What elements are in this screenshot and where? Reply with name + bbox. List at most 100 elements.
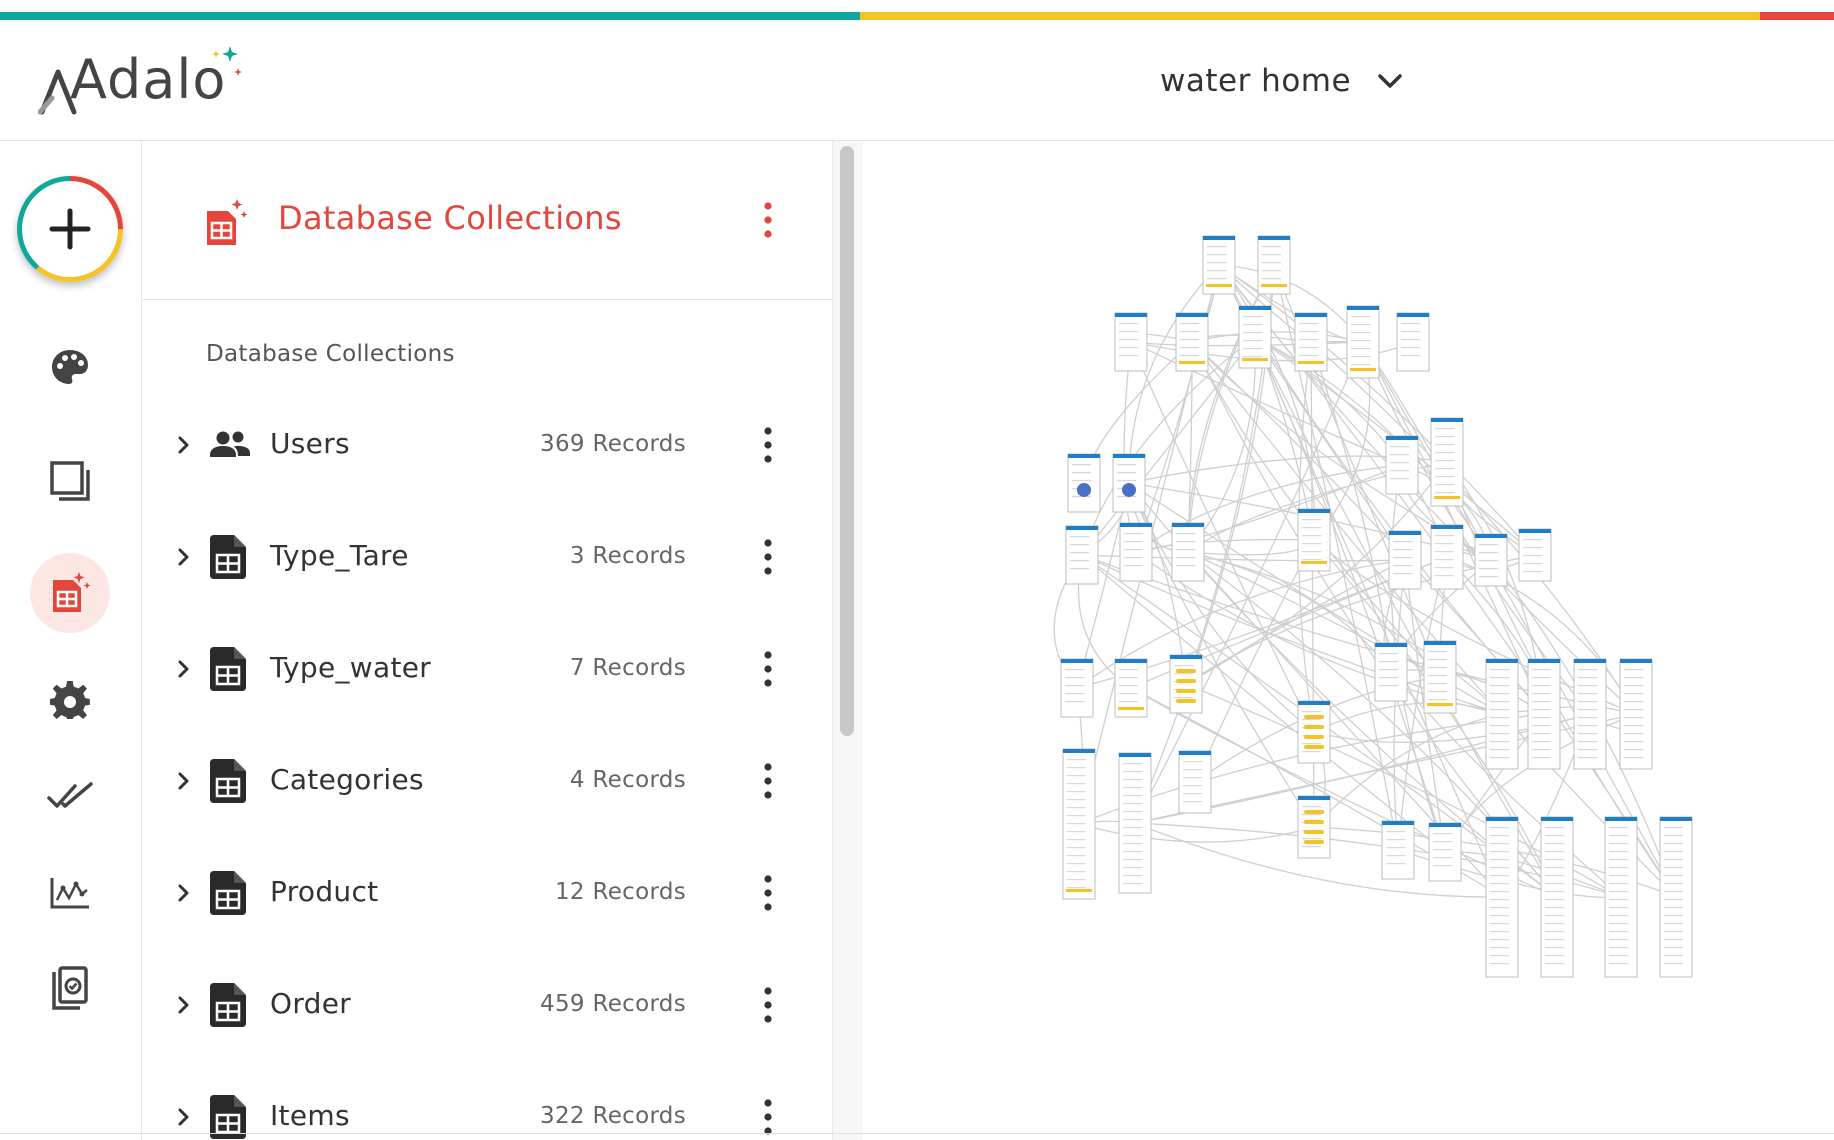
screen-thumbnail[interactable] [1297, 508, 1331, 572]
screen-frame [1065, 525, 1099, 585]
screen-header-bar [1541, 817, 1573, 821]
screen-thumbnail[interactable] [1062, 748, 1096, 900]
screen-thumbnail[interactable] [1423, 640, 1457, 714]
collection-menu-button[interactable] [748, 756, 788, 806]
screen-thumbnail[interactable] [1114, 312, 1148, 372]
screen-thumbnail[interactable] [1619, 658, 1653, 770]
screen-thumbnail[interactable] [1388, 530, 1422, 590]
nav-branding[interactable] [40, 337, 100, 397]
screen-text-line [1490, 867, 1510, 869]
collection-row[interactable]: Categories 4 Records [142, 725, 832, 837]
screen-header-bar [1574, 659, 1606, 663]
screen-text-line [1124, 565, 1144, 567]
collection-row[interactable]: Product 12 Records [142, 837, 832, 949]
collection-menu-button[interactable] [748, 644, 788, 694]
collection-menu-button[interactable] [748, 980, 788, 1030]
screen-thumbnail[interactable] [1238, 305, 1272, 369]
screen-thumbnail[interactable] [1540, 816, 1574, 978]
collection-row[interactable]: Type_water 7 Records [142, 613, 832, 725]
nav-settings[interactable] [40, 671, 100, 731]
screen-thumbnail[interactable] [1119, 522, 1153, 582]
app-selector[interactable]: water home [1160, 56, 1403, 106]
expand-row-button[interactable] [172, 540, 196, 574]
collection-row[interactable]: Items 322 Records [142, 1061, 832, 1140]
collection-menu-button[interactable] [748, 532, 788, 582]
screen-frame [1385, 435, 1419, 495]
expand-row-button[interactable] [172, 428, 196, 462]
screen-text-line [1119, 355, 1139, 357]
panel-menu-button[interactable] [748, 195, 788, 245]
screen-text-line [1119, 331, 1139, 333]
screen-thumbnail[interactable] [1297, 795, 1331, 859]
screen-thumbnail[interactable] [1067, 453, 1101, 513]
screen-thumbnail[interactable] [1573, 658, 1607, 770]
screen-text-line [1624, 693, 1644, 695]
screen-thumbnail[interactable] [1659, 816, 1693, 978]
screen-thumbnail[interactable] [1346, 305, 1380, 379]
screen-thumbnail[interactable] [1169, 654, 1203, 714]
expand-row-button[interactable] [172, 764, 196, 798]
database-icon [53, 572, 91, 612]
chevron-right-icon [178, 772, 189, 790]
screen-thumbnail[interactable] [1374, 642, 1408, 702]
expand-row-button[interactable] [172, 1100, 196, 1134]
screen-thumbnail[interactable] [1171, 522, 1205, 582]
screen-text-line [1479, 568, 1499, 570]
collection-menu-button[interactable] [748, 420, 788, 470]
screen-header-bar [1115, 313, 1147, 317]
screen-text-line [1545, 963, 1565, 965]
screen-thumbnail[interactable] [1112, 453, 1146, 513]
nav-screens[interactable] [40, 451, 100, 511]
nav-database[interactable] [30, 553, 110, 633]
screen-thumbnail[interactable] [1178, 750, 1212, 814]
screen-thumbnail[interactable] [1604, 816, 1638, 978]
screen-thumbnail[interactable] [1527, 658, 1561, 770]
screen-text-line [1302, 543, 1322, 545]
screen-thumbnail[interactable] [1114, 658, 1148, 718]
nav-publish[interactable] [40, 959, 100, 1019]
nav-testing[interactable] [40, 767, 100, 827]
collection-menu-button[interactable] [748, 868, 788, 918]
screen-text-line [1119, 677, 1139, 679]
screen-thumbnail[interactable] [1297, 700, 1331, 764]
table-doc-glyph [210, 535, 246, 579]
screen-thumbnail[interactable] [1381, 820, 1415, 880]
screen-thumbnail[interactable] [1485, 658, 1519, 770]
screen-header-bar [1424, 641, 1456, 645]
screen-thumbnail[interactable] [1485, 816, 1519, 978]
screen-thumbnail[interactable] [1257, 235, 1291, 295]
adalo-logo[interactable]: Adalo [38, 42, 242, 118]
screen-thumbnail[interactable] [1396, 312, 1430, 372]
expand-row-button[interactable] [172, 652, 196, 686]
screen-thumbnail[interactable] [1175, 312, 1209, 372]
collection-row[interactable]: Type_Tare 3 Records [142, 501, 832, 613]
screen-text-line [1302, 519, 1322, 521]
app-canvas[interactable] [863, 141, 1834, 1140]
screen-header-bar [1429, 823, 1461, 827]
screen-thumbnail[interactable] [1430, 524, 1464, 590]
screen-thumbnail[interactable] [1430, 417, 1464, 507]
screen-thumbnail[interactable] [1118, 752, 1152, 894]
screen-thumbnail[interactable] [1065, 525, 1099, 585]
screen-thumbnail[interactable] [1428, 822, 1462, 882]
screen-text-line [1479, 544, 1499, 546]
screen-thumbnail[interactable] [1202, 235, 1236, 295]
screen-thumbnail[interactable] [1474, 533, 1508, 587]
stripe-teal [0, 12, 860, 20]
screen-frame [1118, 752, 1152, 894]
screen-thumbnail[interactable] [1518, 528, 1552, 582]
screen-text-line [1545, 899, 1565, 901]
nav-analytics[interactable] [40, 863, 100, 923]
screen-text-line [1067, 807, 1087, 809]
screen-thumbnail[interactable] [1294, 312, 1328, 372]
screen-thumbnail[interactable] [1385, 435, 1419, 495]
panel-scrollbar-thumb[interactable] [840, 146, 854, 736]
expand-row-button[interactable] [172, 876, 196, 910]
screen-text-line [1490, 685, 1510, 687]
collection-row[interactable]: Order 459 Records [142, 949, 832, 1061]
expand-row-button[interactable] [172, 988, 196, 1022]
screen-thumbnail[interactable] [1060, 658, 1094, 718]
record-count: 369 Records [540, 431, 686, 457]
add-button[interactable] [17, 176, 123, 282]
collection-row[interactable]: Users 369 Records [142, 389, 832, 501]
